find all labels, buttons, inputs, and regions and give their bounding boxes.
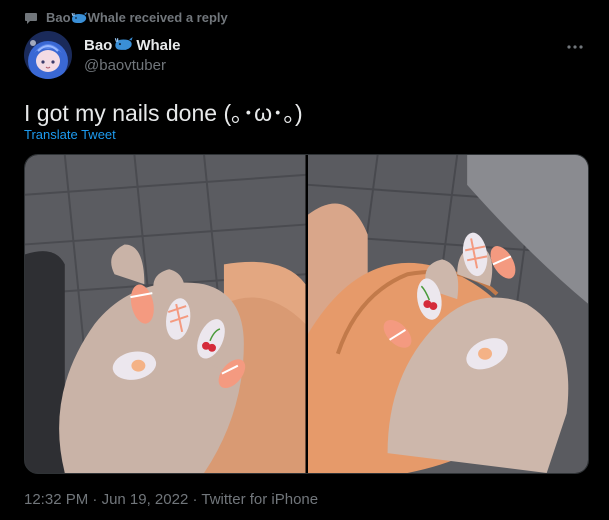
context-name: Bao	[46, 9, 71, 25]
more-options-button[interactable]	[561, 36, 589, 58]
social-context[interactable]: Bao Whale received a reply	[24, 10, 228, 26]
translate-tweet-link[interactable]: Translate Tweet	[24, 127, 116, 142]
meta-separator-1: ·	[92, 491, 98, 508]
media-photo-1[interactable]	[25, 155, 306, 473]
more-dots-icon	[567, 45, 583, 49]
media-photo-2[interactable]	[307, 155, 588, 473]
tweet-author: Bao Whale @baovtuber	[24, 30, 597, 80]
whale-icon	[71, 11, 88, 27]
speech-bubble-icon	[24, 11, 38, 25]
tweet-date[interactable]: Jun 19, 2022	[102, 491, 189, 508]
social-context-text: Bao Whale received a reply	[46, 10, 228, 27]
tweet-text: I got my nails done (｡･ω･｡)	[24, 100, 303, 126]
display-name-part2: Whale	[136, 37, 181, 54]
hand-with-nails-photo	[25, 155, 306, 473]
media-grid	[24, 154, 589, 474]
meta-separator-2: ·	[192, 491, 198, 508]
author-names: Bao Whale @baovtuber	[84, 36, 181, 74]
context-suffix: Whale received a reply	[87, 9, 228, 25]
author-display-name[interactable]: Bao Whale	[84, 36, 181, 55]
author-handle[interactable]: @baovtuber	[84, 57, 181, 74]
tweet-time[interactable]: 12:32 PM	[24, 491, 88, 508]
tweet-meta: 12:32 PM · Jun 19, 2022 · Twitter for iP…	[24, 491, 318, 508]
whale-icon	[114, 36, 134, 55]
avatar[interactable]	[24, 31, 72, 79]
display-name-part1: Bao	[84, 37, 113, 54]
hand-with-nails-photo	[307, 155, 588, 473]
tweet-source[interactable]: Twitter for iPhone	[201, 491, 318, 508]
